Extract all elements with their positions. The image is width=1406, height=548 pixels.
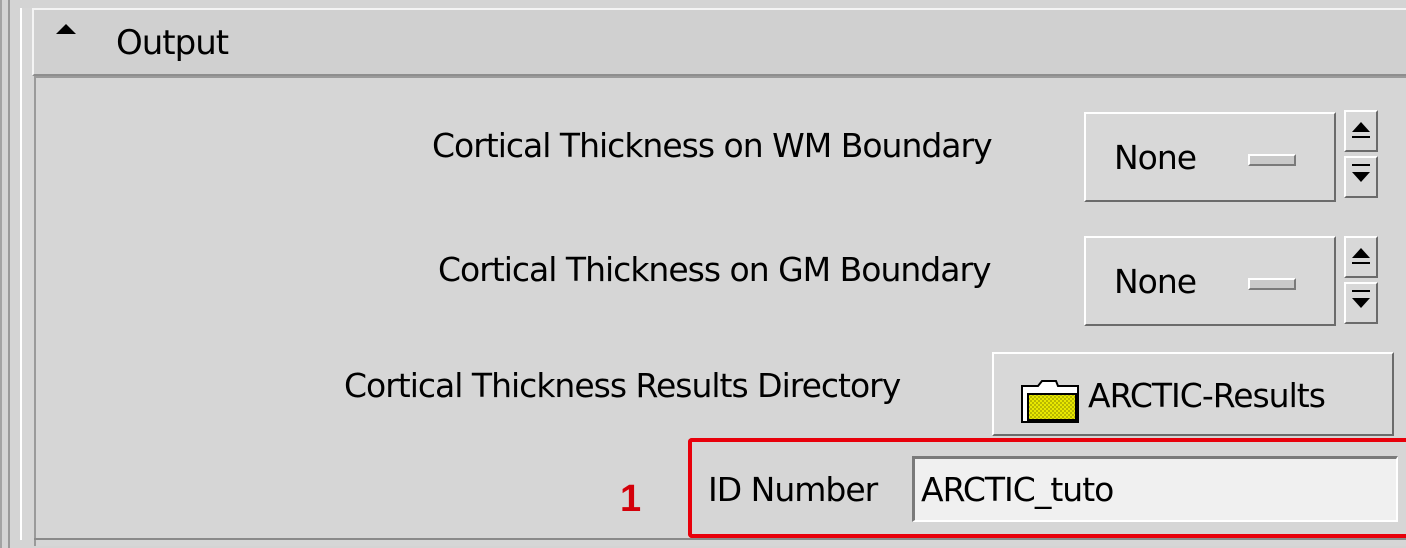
option-menu-indicator-icon (1248, 154, 1296, 166)
wm-boundary-value: None (1114, 138, 1197, 177)
bar-line-icon (1352, 262, 1370, 264)
id-number-input[interactable] (912, 456, 1398, 522)
option-menu-indicator-icon (1248, 278, 1296, 290)
gm-boundary-stepper[interactable] (1344, 236, 1382, 328)
section-title: Output (116, 23, 229, 63)
folder-icon (1021, 380, 1079, 423)
arrow-up-icon (1352, 248, 1370, 258)
gm-boundary-down-button[interactable] (1344, 282, 1378, 324)
gm-boundary-option-menu[interactable]: None (1084, 236, 1336, 326)
results-directory-button[interactable]: ARCTIC-Results (992, 352, 1394, 436)
collapse-arrow-icon[interactable] (56, 24, 76, 34)
id-number-label: ID Number (708, 470, 878, 509)
wm-boundary-down-button[interactable] (1344, 156, 1378, 198)
wm-boundary-stepper[interactable] (1344, 110, 1382, 202)
results-directory-label: Cortical Thickness Results Directory (344, 366, 901, 405)
gm-boundary-value: None (1114, 262, 1197, 301)
bar-line-icon (1352, 164, 1370, 166)
arrow-up-icon (1352, 122, 1370, 132)
wm-boundary-label: Cortical Thickness on WM Boundary (432, 126, 993, 165)
arrow-down-icon (1352, 172, 1370, 182)
section-header[interactable]: Output (32, 8, 1406, 76)
annotation-number: 1 (620, 478, 642, 520)
results-directory-value: ARCTIC-Results (1088, 376, 1326, 415)
content-bottom-border (34, 538, 1406, 540)
arrow-down-icon (1352, 298, 1370, 308)
bar-line-icon (1352, 136, 1370, 138)
gm-boundary-up-button[interactable] (1344, 236, 1378, 278)
left-border (0, 0, 2, 548)
left-border-inner (8, 0, 10, 548)
bar-line-icon (1352, 290, 1370, 292)
wm-boundary-up-button[interactable] (1344, 110, 1378, 152)
gm-boundary-label: Cortical Thickness on GM Boundary (438, 250, 992, 289)
wm-boundary-option-menu[interactable]: None (1084, 112, 1336, 202)
